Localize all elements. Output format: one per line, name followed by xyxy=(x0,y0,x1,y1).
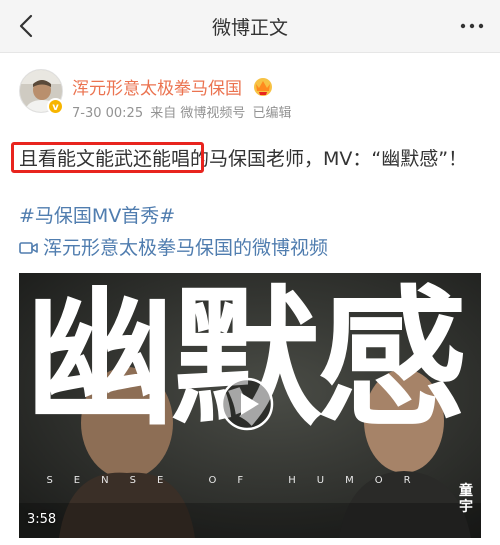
play-icon[interactable] xyxy=(220,377,274,431)
video-source-link[interactable]: 浑元形意太极拳马保国的微博视频 xyxy=(19,233,328,260)
video-title-char: 幽 xyxy=(25,273,176,447)
video-duration: 3:58 xyxy=(27,512,57,527)
verified-badge-icon: v xyxy=(47,98,64,115)
hashtag-link[interactable]: #马保国MV首秀# xyxy=(19,201,175,228)
nav-bar: 微博正文 xyxy=(0,0,500,52)
post-source[interactable]: 来自 微博视频号 xyxy=(150,106,245,121)
post-text-rest: 的马保国老师，MV：“幽默感”！ xyxy=(190,148,468,170)
video-camera-icon xyxy=(19,242,38,254)
post-meta: 7-30 00:25 来自 微博视频号 已编辑 xyxy=(72,102,295,121)
svg-text:v: v xyxy=(52,102,59,113)
edited-label[interactable]: 已编辑 xyxy=(253,106,292,121)
video-credit: 童宇 xyxy=(459,483,473,515)
vip-crown-icon[interactable] xyxy=(251,75,275,97)
nav-divider xyxy=(0,52,500,53)
author-name[interactable]: 浑元形意太极拳马保国 xyxy=(72,74,242,99)
video-title-char: 感 xyxy=(317,273,468,447)
video-player[interactable]: 幽 默 感 SENSE OF HUMOR 童宇 3:58 xyxy=(19,273,481,538)
video-source-label[interactable]: 浑元形意太极拳马保国的微博视频 xyxy=(43,237,328,259)
video-subtitle: SENSE OF HUMOR xyxy=(46,475,432,486)
post-text-highlight: 且看能文能武还能唱 xyxy=(19,148,191,170)
more-dots-icon[interactable] xyxy=(458,14,486,38)
page-title: 微博正文 xyxy=(211,17,288,39)
post-time: 7-30 00:25 xyxy=(72,106,144,121)
post-text: 且看能文能武还能唱的马保国老师，MV：“幽默感”！ xyxy=(19,144,489,175)
